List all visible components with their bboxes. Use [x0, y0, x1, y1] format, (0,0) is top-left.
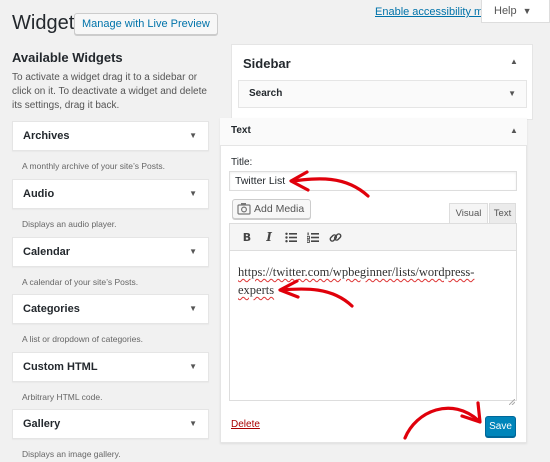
widget-description: Displays an image gallery.	[22, 449, 121, 459]
editor-text[interactable]: https://twitter.com/wpbeginner/lists/wor…	[238, 263, 503, 299]
tab-text[interactable]: Text	[489, 203, 516, 223]
caret-up-icon[interactable]: ▲	[510, 126, 518, 135]
caret-down-icon[interactable]: ▼	[189, 189, 197, 198]
available-widgets-description: To activate a widget drag it to a sideba…	[12, 72, 207, 111]
widget-audio[interactable]: Audio ▼	[12, 179, 209, 209]
caret-down-icon[interactable]: ▼	[189, 419, 197, 428]
add-media-button[interactable]: Add Media	[232, 199, 312, 221]
sidebar-title[interactable]: Sidebar	[243, 56, 291, 71]
title-field-label: Title:	[231, 157, 253, 168]
link-icon[interactable]	[324, 224, 346, 250]
caret-down-icon[interactable]: ▼	[189, 362, 197, 371]
bullet-list-icon[interactable]	[280, 224, 302, 250]
tab-visual[interactable]: Visual	[449, 203, 488, 223]
resize-grip-icon[interactable]	[508, 393, 516, 406]
caret-down-icon[interactable]: ▼	[189, 131, 197, 140]
camera-music-icon	[237, 202, 251, 221]
caret-up-icon[interactable]: ▲	[510, 57, 518, 66]
numbered-list-icon[interactable]	[302, 224, 324, 250]
sidebar-widget-search[interactable]: Search ▼	[238, 80, 527, 108]
widget-name: Categories	[23, 303, 80, 315]
widget-description: Displays an audio player.	[22, 219, 117, 229]
available-widgets-heading: Available Widgets	[12, 50, 123, 65]
save-button[interactable]: Save	[485, 416, 516, 437]
editor-text-line: https://twitter.com/wpbeginner/lists/wor…	[238, 265, 475, 279]
delete-link[interactable]: Delete	[231, 419, 260, 430]
widget-categories[interactable]: Categories ▼	[12, 294, 209, 324]
widget-calendar[interactable]: Calendar ▼	[12, 237, 209, 267]
widget-description: A calendar of your site’s Posts.	[22, 277, 139, 287]
widget-description: A list or dropdown of categories.	[22, 334, 143, 344]
caret-down-icon[interactable]: ▼	[189, 247, 197, 256]
widget-name: Search	[249, 88, 283, 99]
widget-name: Custom HTML	[23, 361, 98, 373]
editor-toolbar: B I	[229, 223, 517, 251]
widget-archives[interactable]: Archives ▼	[12, 121, 209, 151]
widget-description: A monthly archive of your site’s Posts.	[22, 161, 165, 171]
help-tab-label: Help	[494, 5, 517, 17]
manage-live-preview-button[interactable]: Manage with Live Preview	[74, 13, 218, 35]
text-widget-header[interactable]	[220, 118, 527, 146]
widget-description: Arbitrary HTML code.	[22, 392, 103, 402]
add-media-label: Add Media	[254, 203, 305, 215]
widget-name: Archives	[23, 130, 70, 142]
text-widget-title: Text	[231, 125, 251, 136]
widget-name: Audio	[23, 188, 55, 200]
widget-name: Gallery	[23, 418, 61, 430]
help-tab[interactable]: Help ▼	[481, 0, 550, 23]
title-input[interactable]	[229, 171, 517, 191]
italic-icon[interactable]: I	[258, 224, 280, 250]
widget-gallery[interactable]: Gallery ▼	[12, 409, 209, 439]
caret-down-icon: ▼	[522, 6, 532, 16]
widget-name: Calendar	[23, 246, 71, 258]
widget-custom-html[interactable]: Custom HTML ▼	[12, 352, 209, 382]
editor-text-line: experts	[238, 283, 275, 297]
caret-down-icon[interactable]: ▼	[508, 89, 516, 98]
caret-down-icon[interactable]: ▼	[189, 304, 197, 313]
bold-icon[interactable]: B	[236, 224, 258, 250]
